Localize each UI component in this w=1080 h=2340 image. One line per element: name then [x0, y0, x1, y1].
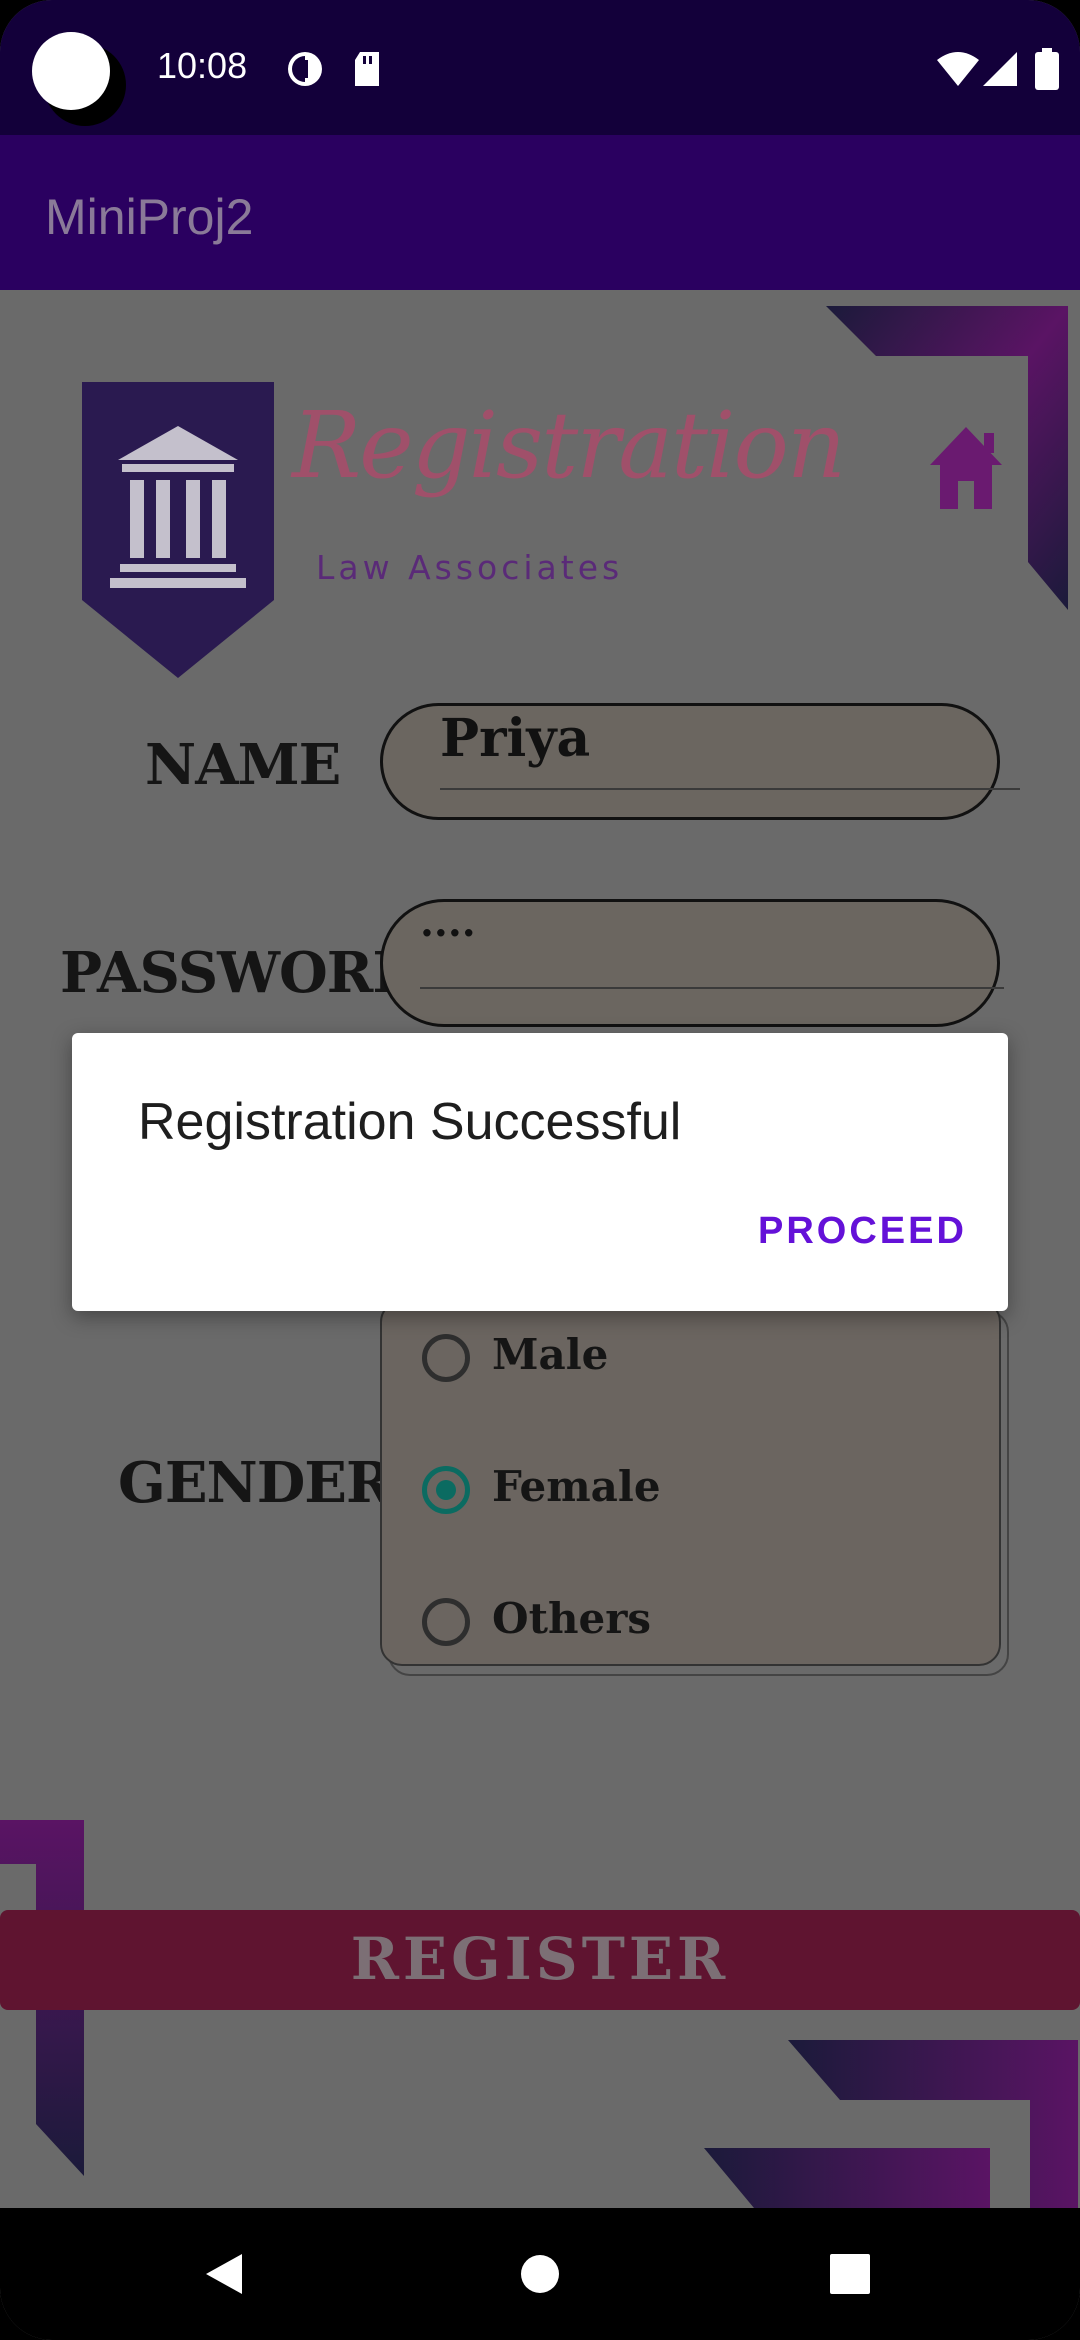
battery-icon: [1035, 48, 1059, 90]
header-subtitle: Law Associates: [316, 548, 624, 587]
radio-female-label[interactable]: Female: [492, 1462, 661, 1511]
sd-card-icon: [355, 52, 379, 86]
register-button-label[interactable]: REGISTER: [0, 1925, 1080, 1993]
radio-others[interactable]: [422, 1598, 470, 1646]
status-time: 10:08: [157, 45, 248, 86]
name-field-underline: [440, 788, 1020, 790]
wifi-icon: [937, 52, 979, 86]
password-field-underline: [420, 987, 1004, 989]
camera-cutout: [32, 32, 110, 110]
screen: 10:08 MiniProj2 Registration Law Associa…: [0, 0, 1080, 2340]
radio-male-label[interactable]: Male: [492, 1330, 608, 1379]
courthouse-icon: [82, 382, 274, 678]
proceed-button[interactable]: PROCEED: [758, 1210, 967, 1253]
name-input-value[interactable]: Priya: [440, 708, 590, 769]
decorative-corner-bottom-right: [704, 2040, 1078, 2208]
password-label: PASSWORD: [60, 940, 421, 1006]
recents-icon[interactable]: [830, 2254, 870, 2294]
header-title: Registration: [292, 392, 846, 499]
radio-male[interactable]: [422, 1334, 470, 1382]
password-input-value[interactable]: ····: [420, 910, 476, 957]
home-nav-icon[interactable]: [520, 2254, 560, 2294]
signal-icon: [983, 52, 1017, 86]
success-dialog: [72, 1033, 1008, 1311]
gender-radio-group: [380, 1300, 1001, 1666]
radio-female[interactable]: [422, 1466, 470, 1514]
gender-label: GENDER: [118, 1450, 392, 1516]
home-icon[interactable]: [928, 425, 1004, 511]
app-title: MiniProj2: [45, 189, 254, 245]
name-label: NAME: [145, 732, 341, 798]
data-saver-icon: [288, 52, 322, 86]
radio-others-label[interactable]: Others: [492, 1594, 651, 1643]
back-icon[interactable]: [202, 2252, 246, 2296]
dialog-title: Registration Successful: [138, 1093, 682, 1151]
